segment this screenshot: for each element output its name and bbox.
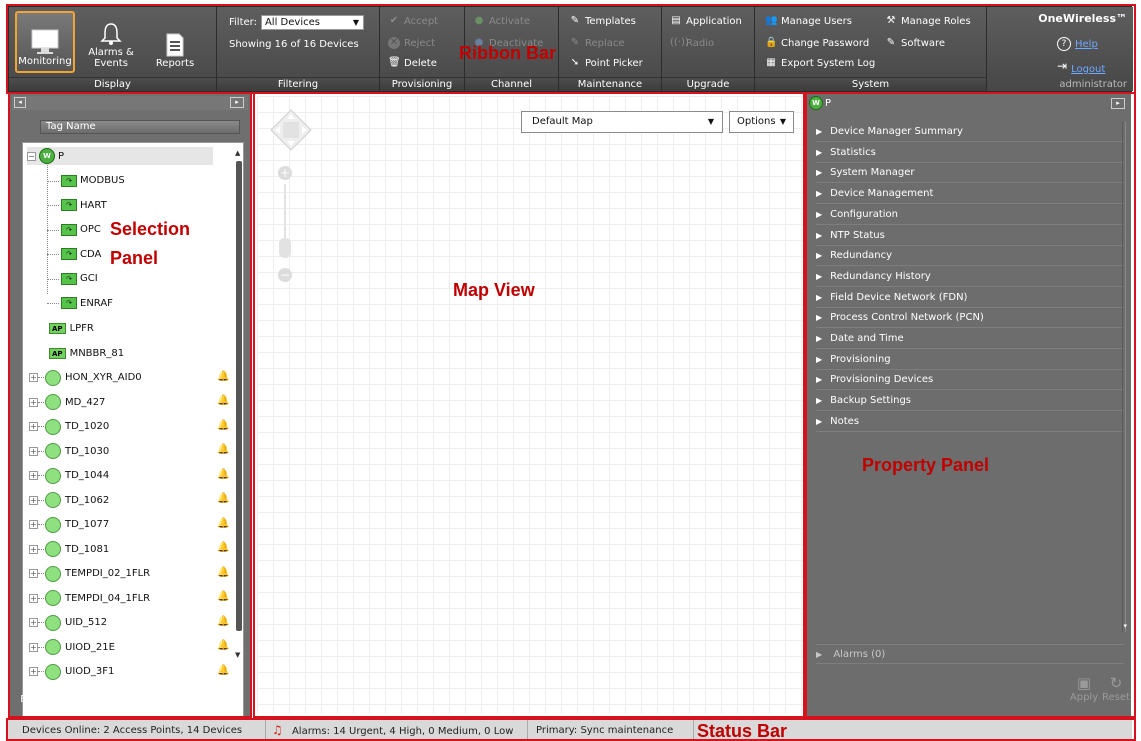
property-panel-frame [805,92,1136,718]
map-view-frame [253,92,805,718]
selection-panel-frame [8,92,252,718]
ribbon-frame [6,4,1136,94]
status-bar-frame [6,718,1136,741]
status-bar-label: Status Bar [697,721,788,741]
selection-panel-label: Selection Panel [110,219,191,268]
property-panel-label: Property Panel [862,455,990,475]
map-view-label: Map View [453,280,535,300]
